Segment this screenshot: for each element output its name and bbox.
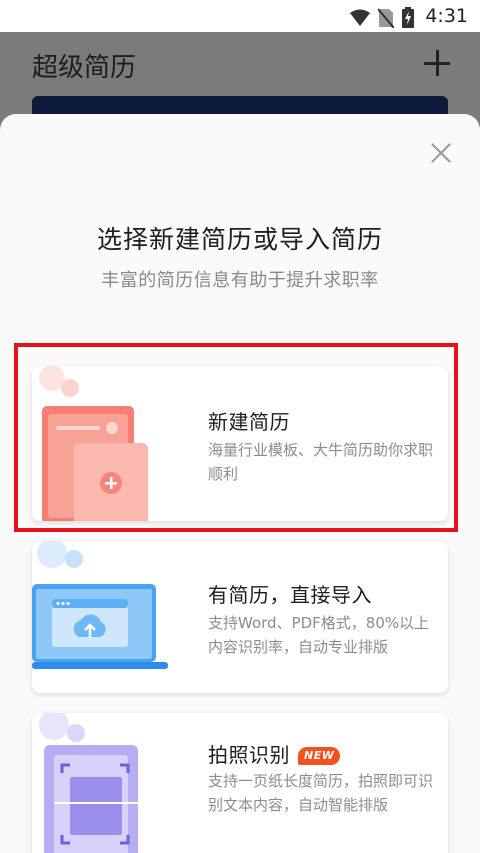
background-title: 超级简历 bbox=[32, 53, 137, 83]
option-description: 支持Word、PDF格式，80%以上内容识别率，自动专业排版 bbox=[208, 614, 430, 656]
new-resume-illustration bbox=[39, 366, 148, 521]
status-icons bbox=[350, 7, 414, 28]
close-icon[interactable] bbox=[430, 142, 452, 164]
option-title-text: 拍照识别 bbox=[208, 743, 290, 767]
no-sim-icon bbox=[378, 7, 394, 28]
option-title: 新建简历 bbox=[208, 410, 290, 434]
wifi-icon bbox=[350, 9, 370, 27]
background-header: 超级简历 bbox=[0, 32, 480, 96]
new-badge: NEW bbox=[298, 747, 341, 765]
option-title: 拍照识别 NEW bbox=[208, 739, 341, 768]
import-resume-option[interactable]: 有简历，直接导入 支持Word、PDF格式，80%以上内容识别率，自动专业排版 bbox=[32, 541, 448, 693]
sheet-subtitle: 丰富的简历信息有助于提升求职率 bbox=[101, 270, 379, 291]
status-bar: 4:31 bbox=[0, 0, 480, 32]
laptop-upload-illustration bbox=[32, 541, 168, 669]
create-resume-sheet: 选择新建简历或导入简历 丰富的简历信息有助于提升求职率 新建简历 海量行业模板、… bbox=[0, 114, 480, 853]
new-resume-option[interactable]: 新建简历 海量行业模板、大牛简历助你求职顺利 bbox=[32, 366, 448, 521]
photo-scan-illustration bbox=[39, 713, 142, 853]
option-description: 支持一页纸长度简历，拍照即可识别文本内容，自动智能排版 bbox=[208, 772, 434, 814]
option-title: 有简历，直接导入 bbox=[208, 583, 372, 607]
plus-icon bbox=[424, 50, 450, 76]
option-description: 海量行业模板、大牛简历助你求职顺利 bbox=[208, 441, 434, 483]
battery-charging-icon bbox=[402, 7, 414, 28]
status-time: 4:31 bbox=[425, 5, 468, 27]
sheet-title: 选择新建简历或导入简历 bbox=[96, 225, 383, 254]
photo-scan-option[interactable]: 拍照识别 NEW 支持一页纸长度简历，拍照即可识别文本内容，自动智能排版 bbox=[32, 713, 448, 853]
